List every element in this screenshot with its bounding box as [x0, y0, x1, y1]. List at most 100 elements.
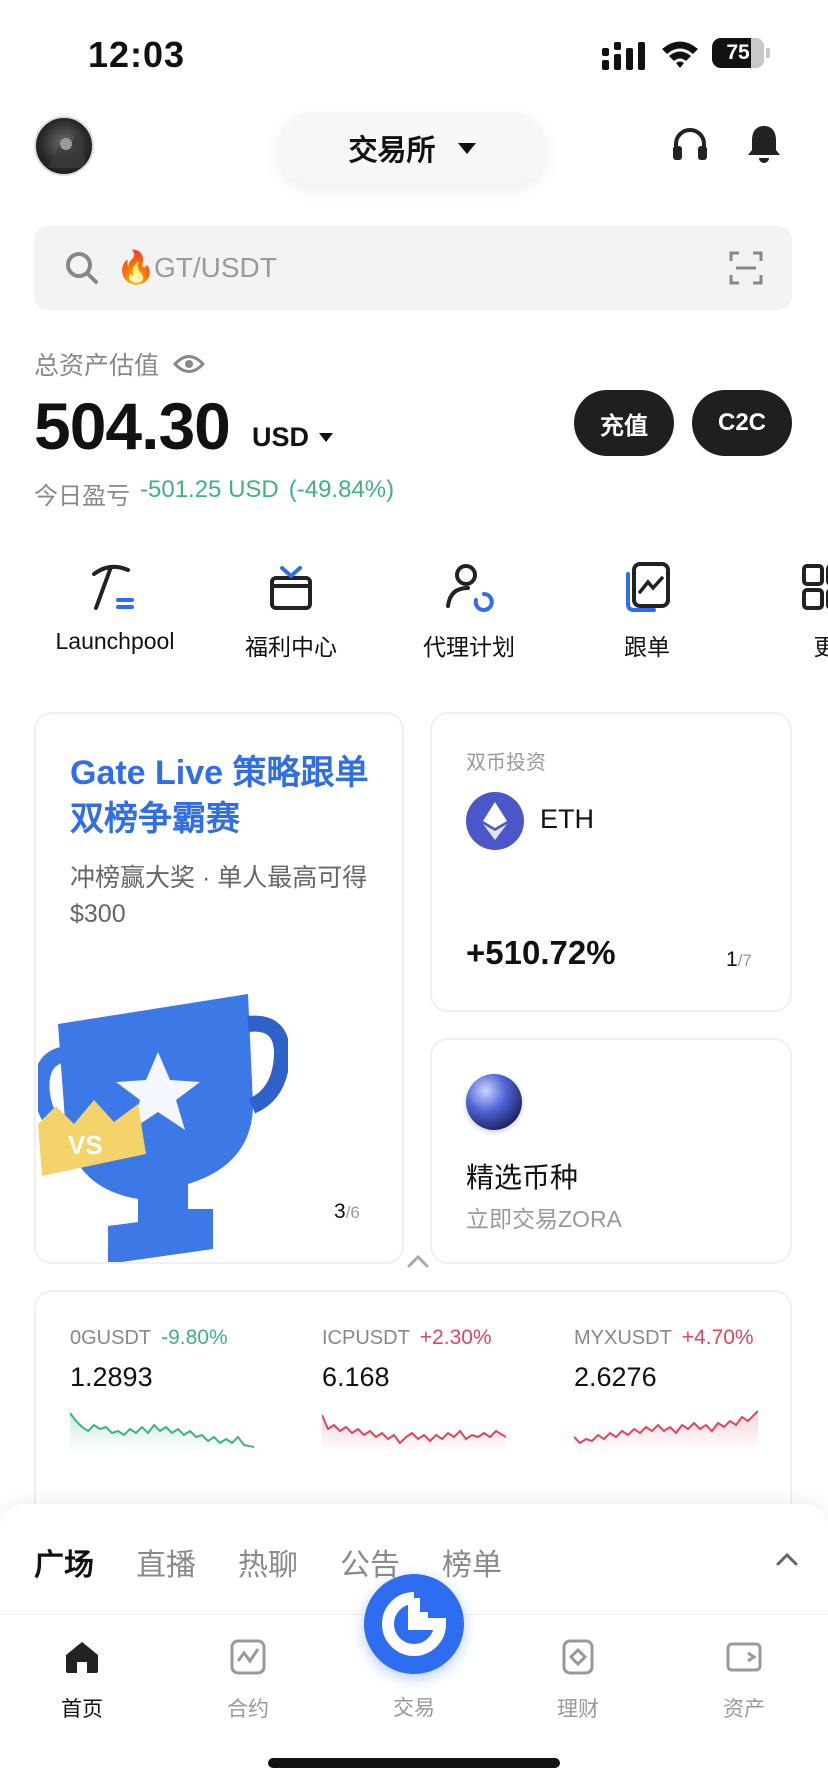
trophy-icon: VS	[38, 994, 288, 1262]
ticker-pair: 0GUSDT	[70, 1327, 152, 1349]
ticker-price: 1.2893	[70, 1362, 153, 1392]
search-bar[interactable]: 🔥 GT/USDT	[34, 226, 792, 310]
agent-icon	[446, 564, 494, 612]
shortcut-benefits[interactable]: 福利中心	[216, 560, 366, 662]
avatar[interactable]	[34, 116, 94, 176]
chevron-up-icon[interactable]	[406, 1254, 430, 1268]
eye-icon[interactable]	[173, 353, 206, 375]
pnl-percent: (-49.84%)	[288, 476, 395, 503]
shortcut-label: Launchpool	[55, 628, 175, 654]
shortcut-launchpool[interactable]: Launchpool	[40, 560, 190, 655]
copy-trade-icon	[626, 562, 670, 612]
home-icon	[66, 1642, 98, 1673]
featured-coin-card[interactable]: 精选币种 立即交易ZORA	[430, 1038, 792, 1264]
battery-level: 75	[726, 41, 750, 64]
ticker-pair: MYXUSDT	[574, 1327, 672, 1349]
today-pnl: 今日盈亏 -501.25 USD (-49.84%)	[34, 476, 394, 511]
battery-icon: 75	[712, 38, 770, 68]
asset-label-text: 总资产估值	[34, 352, 160, 380]
bell-icon[interactable]	[744, 122, 784, 166]
promo-card[interactable]: Gate Live 策略跟单双榜争霸赛 冲榜赢大奖 · 单人最高可得 $300 …	[34, 712, 404, 1264]
currency-selector[interactable]: USD	[252, 422, 334, 453]
featured-subtitle: 立即交易ZORA	[466, 1206, 622, 1232]
nav-home[interactable]: 首页	[22, 1637, 142, 1723]
dual-invest-percent: +510.72%	[466, 934, 616, 971]
cellular-signal-icon	[602, 42, 645, 70]
vs-badge: VS	[68, 1130, 103, 1160]
c2c-button[interactable]: C2C	[692, 390, 792, 456]
more-icon	[802, 564, 828, 610]
ticker-pair: ICPUSDT	[322, 1327, 410, 1349]
dual-invest-pager: 1/7	[726, 948, 752, 972]
deposit-button[interactable]: 充值	[574, 390, 674, 456]
chevron-up-icon[interactable]	[776, 1552, 798, 1566]
nav-home-label: 首页	[61, 1698, 103, 1721]
market-tickers: 0GUSDT -9.80% 1.2893 ICPUSDT +2.30% 6.16…	[34, 1290, 792, 1530]
ticker-item[interactable]: ICPUSDT +2.30% 6.168	[322, 1326, 562, 1453]
sparkline-down	[70, 1412, 254, 1453]
search-icon	[66, 252, 98, 284]
gate-logo-icon	[382, 1592, 447, 1656]
status-bar: 12:03 75	[0, 0, 828, 100]
nav-futures-label: 合约	[227, 1698, 269, 1721]
ticker-price: 2.6276	[574, 1362, 657, 1392]
ticker-change: -9.80%	[161, 1326, 228, 1349]
futures-chart-icon	[230, 1639, 266, 1675]
home-indicator	[268, 1758, 560, 1768]
trade-button[interactable]	[364, 1574, 464, 1674]
ticker-item[interactable]: 0GUSDT -9.80% 1.2893	[70, 1326, 310, 1453]
caret-down-icon	[319, 433, 334, 442]
pnl-value: -501.25 USD	[140, 476, 279, 503]
shortcut-copy-trade[interactable]: 跟单	[572, 560, 722, 662]
wallet-icon	[726, 1642, 762, 1672]
scan-icon[interactable]	[728, 250, 764, 286]
shortcut-agent[interactable]: 代理计划	[394, 560, 544, 662]
nav-trade-label: 交易	[393, 1697, 435, 1720]
shortcut-more[interactable]: 更	[750, 560, 828, 662]
ticker-price: 6.168	[322, 1362, 390, 1392]
status-time: 12:03	[88, 34, 186, 75]
search-placeholder: GT/USDT	[154, 252, 277, 283]
nav-futures[interactable]: 合约	[188, 1637, 308, 1723]
promo-page: 3	[334, 1200, 346, 1223]
featured-title: 精选币种	[466, 1162, 579, 1193]
dual-invest-page: 1	[726, 948, 738, 971]
chevron-down-icon	[457, 142, 476, 154]
ticker-item[interactable]: MYXUSDT +4.70% 2.6276	[574, 1326, 814, 1453]
wifi-icon	[662, 41, 698, 68]
exchange-mode-label: 交易所	[348, 135, 436, 167]
nav-earn[interactable]: 理财	[518, 1637, 638, 1723]
promo-pager: 3/6	[334, 1200, 360, 1224]
pnl-label: 今日盈亏	[34, 483, 130, 510]
dual-invest-card[interactable]: 双币投资 ETH +510.72% 1/7	[430, 712, 792, 1012]
ticker-change: +2.30%	[419, 1326, 492, 1349]
dual-invest-coin: ETH	[540, 804, 594, 834]
promo-subtitle: 冲榜赢大奖 · 单人最高可得 $300	[70, 864, 368, 928]
tab-hot-chat[interactable]: 热聊	[238, 1540, 298, 1584]
eth-icon	[466, 792, 524, 850]
nav-assets-label: 资产	[723, 1698, 765, 1721]
nav-earn-label: 理财	[557, 1698, 599, 1721]
sparkline-up	[574, 1410, 758, 1453]
promo-total: /6	[345, 1203, 360, 1222]
dual-invest-total: /7	[737, 951, 752, 970]
ticker-change: +4.70%	[681, 1326, 754, 1349]
shortcut-label: 代理计划	[423, 634, 515, 660]
shortcut-label: 更	[813, 634, 828, 660]
asset-label: 总资产估值	[34, 346, 206, 382]
promo-title: Gate Live 策略跟单双榜争霸赛	[70, 754, 369, 838]
shortcut-label: 跟单	[624, 634, 670, 660]
headset-icon[interactable]	[670, 124, 710, 164]
dual-invest-label: 双币投资	[466, 752, 546, 774]
nav-assets[interactable]: 资产	[684, 1637, 804, 1723]
fire-icon: 🔥	[116, 249, 156, 285]
zora-icon	[466, 1074, 522, 1130]
tab-live[interactable]: 直播	[136, 1540, 196, 1584]
sparkline-up	[322, 1414, 506, 1453]
tab-square[interactable]: 广场	[34, 1540, 94, 1584]
gift-icon	[270, 566, 312, 610]
shortcut-label: 福利中心	[245, 634, 337, 660]
pickaxe-icon	[92, 564, 134, 610]
total-asset-value: 504.30	[34, 389, 231, 463]
exchange-mode-switch[interactable]: 交易所	[278, 112, 546, 184]
